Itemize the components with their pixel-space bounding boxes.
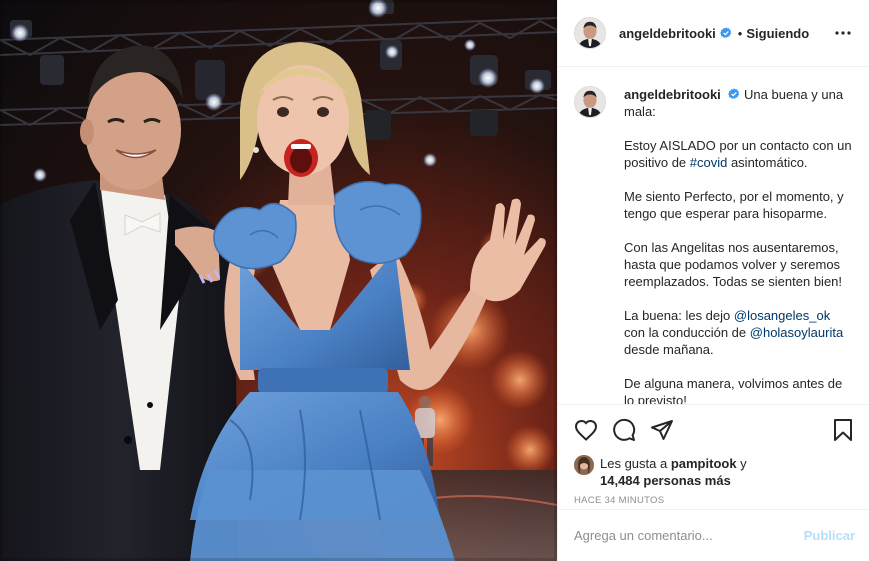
- bookmark-icon: [834, 419, 852, 441]
- mention-holasoylaurita[interactable]: @holasoylaurita: [750, 325, 843, 340]
- caption-avatar[interactable]: [574, 86, 606, 118]
- caption-paragraph-5: De alguna manera, volvimos antes de lo p…: [624, 376, 843, 404]
- like-button[interactable]: [572, 416, 600, 444]
- caption-username[interactable]: angeldebritooki: [624, 87, 721, 102]
- comment-button[interactable]: [610, 416, 638, 444]
- caption-paragraph-2: Me siento Perfecto, por el momento, y te…: [624, 189, 844, 221]
- post-actions-section: Les gusta a pampitook y 14,484 personas …: [558, 404, 869, 511]
- caption-p1-after: asintomático.: [727, 155, 808, 170]
- caption-paragraph-3: Con las Angelitas nos ausentaremos, hast…: [624, 240, 843, 289]
- likes-count[interactable]: 14,484 personas más: [600, 473, 731, 488]
- likes-connector: y: [736, 456, 747, 471]
- comment-input[interactable]: [574, 528, 804, 543]
- hashtag-covid[interactable]: #covid: [690, 155, 728, 170]
- caption-p4-mid: con la conducción de: [624, 325, 750, 340]
- save-button[interactable]: [829, 416, 857, 444]
- caption-row: angeldebritooki Una buena y una mala: Es…: [574, 86, 855, 404]
- caption-avatar-image: [575, 87, 605, 117]
- heart-icon: [574, 419, 598, 441]
- caption-p4-text: La buena: les dejo: [624, 308, 734, 323]
- author-avatar[interactable]: [574, 17, 606, 49]
- more-options-button[interactable]: [831, 21, 855, 45]
- post-photo[interactable]: [0, 0, 557, 561]
- liker-avatar-image: [574, 455, 594, 475]
- author-avatar-image: [575, 18, 605, 48]
- liker-avatar[interactable]: [574, 455, 594, 475]
- liker-username[interactable]: pampitook: [671, 456, 737, 471]
- share-button[interactable]: [648, 416, 676, 444]
- likes-text: Les gusta a pampitook y 14,484 personas …: [600, 455, 747, 489]
- instagram-post: angeldebritooki • Siguiendo angeldebrito…: [0, 0, 869, 561]
- share-icon: [651, 420, 673, 440]
- action-bar: [558, 405, 869, 455]
- post-header: angeldebritooki • Siguiendo: [558, 0, 869, 67]
- likes-prefix: Les gusta a: [600, 456, 671, 471]
- caption-verified-icon: [728, 88, 740, 99]
- author-username[interactable]: angeldebritooki: [619, 26, 716, 41]
- verified-badge-icon: [719, 27, 731, 38]
- caption-paragraph-4: La buena: les dejo @losangeles_ok con la…: [624, 307, 854, 358]
- caption-first-line: angeldebritooki Una buena y una mala:: [624, 86, 854, 120]
- following-button[interactable]: Siguiendo: [746, 26, 809, 41]
- add-comment-bar: Publicar: [558, 509, 869, 561]
- likes-summary: Les gusta a pampitook y 14,484 personas …: [558, 455, 869, 493]
- mention-losangeles[interactable]: @losangeles_ok: [734, 308, 830, 323]
- caption-p4-end: desde mañana.: [624, 342, 714, 357]
- comments-area[interactable]: angeldebritooki Una buena y una mala: Es…: [558, 68, 869, 404]
- more-options-icon: [835, 31, 851, 35]
- post-caption: angeldebritooki Una buena y una mala: Es…: [624, 86, 854, 404]
- stage-photo-illustration: [0, 0, 557, 561]
- post-side-panel: angeldebritooki • Siguiendo angeldebrito…: [557, 0, 869, 561]
- header-separator: •: [737, 25, 743, 41]
- comment-icon: [613, 418, 636, 441]
- publish-button[interactable]: Publicar: [804, 528, 855, 543]
- caption-paragraph-1: Estoy AISLADO por un contacto con un pos…: [624, 137, 854, 171]
